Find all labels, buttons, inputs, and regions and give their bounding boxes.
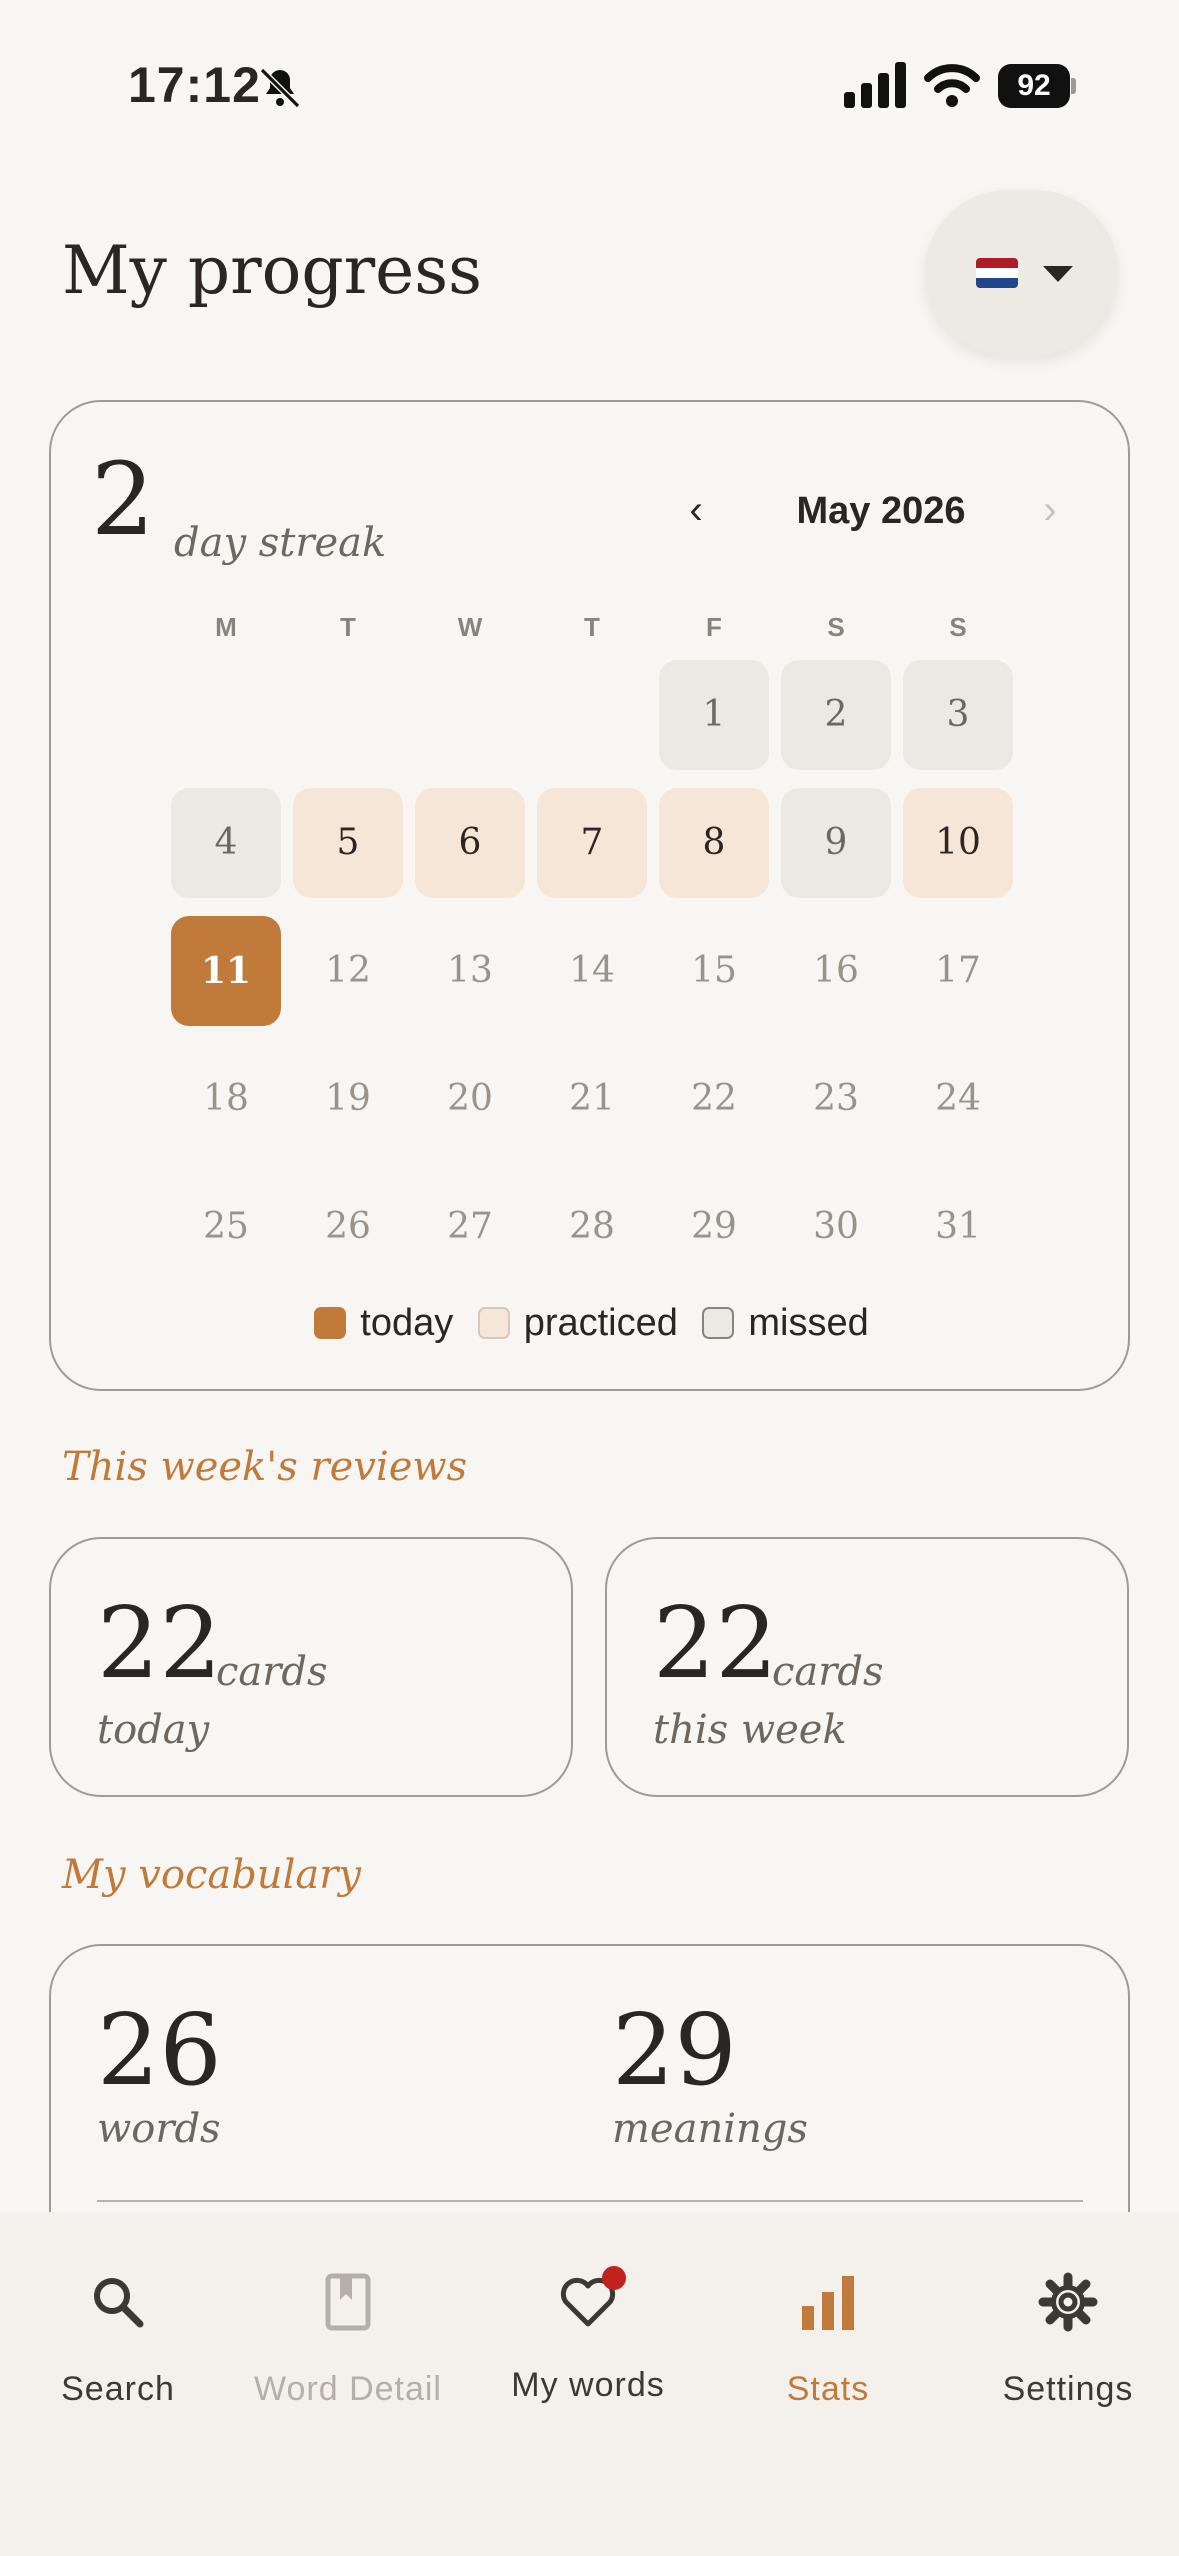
legend-practiced-label: practiced — [523, 1302, 678, 1344]
prev-month-button[interactable]: ‹ — [681, 488, 711, 533]
tab-settings-label: Settings — [1002, 2370, 1134, 2408]
calendar-day[interactable]: 12 — [293, 916, 403, 1026]
calendar-day[interactable]: 31 — [903, 1172, 1013, 1282]
calendar-day[interactable]: 26 — [293, 1172, 403, 1282]
reviews-section-title: This week's reviews — [62, 1444, 468, 1490]
calendar-day[interactable]: 13 — [415, 916, 525, 1026]
reviews-week-label: this week — [653, 1707, 847, 1753]
calendar-day[interactable]: 1 — [659, 660, 769, 770]
calendar-day[interactable]: 3 — [903, 660, 1013, 770]
streak-label: day streak — [174, 520, 387, 566]
reviews-today-card: 22 cards today — [49, 1537, 573, 1797]
calendar-day[interactable]: 20 — [415, 1044, 525, 1154]
calendar-day[interactable]: 2 — [781, 660, 891, 770]
tab-search[interactable]: Search — [0, 2272, 236, 2432]
caret-down-icon — [1043, 266, 1073, 282]
legend-practiced: practiced — [477, 1302, 678, 1345]
bar-chart-icon — [802, 2276, 854, 2330]
calendar-day[interactable]: 16 — [781, 916, 891, 1026]
calendar-day[interactable]: 30 — [781, 1172, 891, 1282]
reviews-week-card: 22 cards this week — [605, 1537, 1129, 1797]
weekday-label: T — [584, 612, 600, 642]
tab-word-detail[interactable]: Word Detail — [230, 2272, 466, 2432]
calendar-day[interactable]: 6 — [415, 788, 525, 898]
reviews-today-label: today — [97, 1707, 210, 1753]
reviews-week-count: 22 — [653, 1587, 778, 1701]
legend-today: today — [314, 1302, 453, 1345]
tab-my-words-label: My words — [511, 2366, 665, 2404]
vocabulary-card: 26 words 29 meanings — [49, 1944, 1130, 2244]
vocab-words-count: 26 — [97, 1994, 222, 2108]
streak-calendar-card: 2 day streak ‹ May 2026 › MTWTFSS 123456… — [49, 400, 1130, 1391]
vocab-divider — [97, 2200, 1083, 2202]
battery-level: 92 — [998, 64, 1070, 108]
calendar-day[interactable]: 21 — [537, 1044, 647, 1154]
tab-settings[interactable]: Settings — [950, 2272, 1179, 2432]
battery-indicator: 92 — [998, 64, 1076, 108]
calendar-legend: today practiced missed — [51, 1302, 1132, 1352]
calendar-day[interactable]: 19 — [293, 1044, 403, 1154]
calendar-day[interactable]: 23 — [781, 1044, 891, 1154]
calendar-day[interactable]: 9 — [781, 788, 891, 898]
weekday-label: W — [457, 612, 483, 642]
legend-missed-label: missed — [748, 1302, 869, 1344]
calendar-day[interactable]: 28 — [537, 1172, 647, 1282]
tab-stats[interactable]: Stats — [710, 2272, 946, 2432]
page-title: My progress — [62, 232, 482, 309]
signal-icon — [844, 62, 906, 108]
calendar-day[interactable]: 18 — [171, 1044, 281, 1154]
calendar-day[interactable]: 17 — [903, 916, 1013, 1026]
tab-word-detail-label: Word Detail — [254, 2370, 442, 2408]
wifi-icon — [924, 64, 980, 107]
reviews-today-count: 22 — [97, 1587, 222, 1701]
weekday-label: T — [340, 612, 356, 642]
calendar-day[interactable]: 24 — [903, 1044, 1013, 1154]
legend-missed: missed — [702, 1302, 869, 1345]
legend-missed-swatch — [702, 1307, 735, 1339]
legend-practiced-swatch — [477, 1307, 510, 1339]
notification-badge — [602, 2266, 626, 2290]
calendar-day[interactable]: 22 — [659, 1044, 769, 1154]
tab-search-label: Search — [61, 2370, 175, 2408]
calendar-day[interactable]: 14 — [537, 916, 647, 1026]
reviews-today-unit: cards — [216, 1649, 328, 1695]
calendar-day[interactable]: 4 — [171, 788, 281, 898]
calendar-day[interactable]: 27 — [415, 1172, 525, 1282]
tab-bar: Search Word Detail My words Stats Settin… — [0, 2212, 1179, 2556]
calendar-day[interactable]: 15 — [659, 916, 769, 1026]
calendar-day[interactable]: 11 — [171, 916, 281, 1026]
gear-icon — [1038, 2272, 1098, 2332]
calendar-day[interactable]: 5 — [293, 788, 403, 898]
search-icon — [94, 2278, 144, 2328]
weekday-label: S — [827, 612, 845, 642]
month-label: May 2026 — [796, 490, 966, 532]
next-month-button[interactable]: › — [1035, 488, 1065, 533]
legend-today-swatch — [314, 1307, 347, 1339]
calendar-day[interactable]: 29 — [659, 1172, 769, 1282]
vocab-meanings-count: 29 — [612, 1994, 737, 2108]
language-selector-button[interactable] — [925, 190, 1118, 355]
streak-count: 2 — [91, 441, 155, 558]
tab-stats-label: Stats — [786, 2370, 870, 2408]
calendar-day[interactable]: 7 — [537, 788, 647, 898]
weekday-label: F — [706, 612, 722, 642]
weekday-label: S — [949, 612, 967, 642]
vocabulary-section-title: My vocabulary — [62, 1852, 361, 1898]
bell-muted-icon — [259, 67, 301, 109]
bookmark-icon — [325, 2273, 371, 2331]
weekday-label: M — [215, 612, 237, 642]
status-bar: 17:12 92 — [0, 0, 1179, 170]
calendar-day[interactable]: 25 — [171, 1172, 281, 1282]
vocab-meanings-label: meanings — [612, 2106, 808, 2152]
battery-nub — [1071, 78, 1076, 94]
status-time: 17:12 — [128, 57, 261, 113]
vocab-words-label: words — [97, 2106, 221, 2152]
calendar-day[interactable]: 10 — [903, 788, 1013, 898]
calendar-day[interactable]: 8 — [659, 788, 769, 898]
legend-today-label: today — [360, 1302, 454, 1344]
netherlands-flag-icon — [976, 258, 1018, 288]
tab-my-words[interactable]: My words — [470, 2266, 706, 2432]
reviews-week-unit: cards — [772, 1649, 884, 1695]
